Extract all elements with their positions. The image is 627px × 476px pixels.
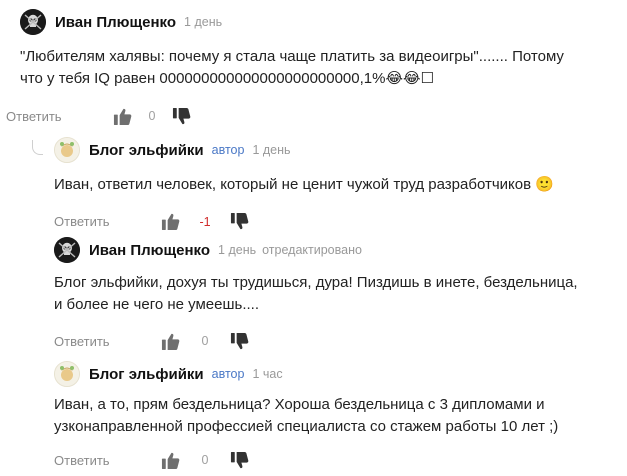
dislike-icon[interactable] [230, 451, 249, 470]
skull-avatar-icon [54, 237, 80, 263]
author-badge: автор [211, 367, 245, 381]
edited-label: отредактировано [262, 243, 362, 257]
comment-actions: Ответить -1 [54, 210, 624, 234]
avatar[interactable] [54, 361, 80, 387]
elf-avatar-icon [55, 362, 79, 386]
comment-actions: Ответить 0 [6, 104, 620, 128]
elf-avatar-icon [55, 138, 79, 162]
reply-button[interactable]: Ответить [6, 109, 113, 124]
reply-button[interactable]: Ответить [54, 453, 161, 468]
timestamp: 1 день [218, 243, 257, 257]
score: 0 [201, 453, 209, 467]
comment-text-line: Иван, а то, прям бездельница? Хороша без… [54, 396, 545, 413]
score: 0 [201, 334, 209, 348]
thread-connector [32, 140, 43, 155]
comment-text-line: Иван, ответил человек, который не ценит … [54, 176, 554, 193]
comment-4: Блог эльфийки автор 1 час Иван, а то, пр… [54, 360, 624, 472]
author-name[interactable]: Иван Плющенко [55, 14, 176, 31]
dislike-icon[interactable] [230, 212, 249, 231]
dislike-icon[interactable] [230, 332, 249, 351]
avatar[interactable] [54, 237, 80, 263]
like-icon[interactable] [161, 212, 180, 231]
comment-2: Блог эльфийки автор 1 день Иван, ответил… [54, 136, 624, 234]
comment-text-line: что у тебя IQ равен 00000000000000000000… [20, 69, 434, 87]
avatar[interactable] [20, 9, 46, 35]
author-name[interactable]: Блог эльфийки [89, 142, 204, 159]
comment-text-line: Блог эльфийки, дохуя ты трудишься, дура!… [54, 274, 578, 291]
comment-header: Иван Плющенко 1 день [20, 8, 620, 36]
comment-text-line: "Любителям халявы: почему я стала чаще п… [20, 48, 564, 65]
like-icon[interactable] [161, 451, 180, 470]
comment-text: Блог эльфийки, дохуя ты трудишься, дура!… [54, 272, 624, 315]
reply-button[interactable]: Ответить [54, 214, 161, 229]
score: 0 [148, 109, 156, 123]
like-icon[interactable] [161, 332, 180, 351]
comment-header: Блог эльфийки автор 1 день [54, 136, 624, 164]
comment-3: Иван Плющенко 1 день отредактировано Бло… [54, 236, 624, 353]
comment-actions: Ответить 0 [54, 329, 624, 353]
dislike-icon[interactable] [172, 107, 191, 126]
reply-button[interactable]: Ответить [54, 334, 161, 349]
comment-actions: Ответить 0 [54, 448, 624, 472]
timestamp: 1 день [184, 15, 223, 29]
comment-text: "Любителям халявы: почему я стала чаще п… [20, 46, 620, 89]
author-badge: автор [211, 143, 245, 157]
comment-header: Иван Плющенко 1 день отредактировано [54, 236, 624, 264]
score: -1 [199, 214, 211, 229]
comment-text: Иван, а то, прям бездельница? Хороша без… [54, 394, 624, 437]
avatar[interactable] [54, 137, 80, 163]
comment-text-line: узконаправленной профессией специалиста … [54, 417, 559, 435]
skull-avatar-icon [20, 9, 46, 35]
comment-text: Иван, ответил человек, который не ценит … [54, 174, 624, 196]
author-name[interactable]: Иван Плющенко [89, 242, 210, 259]
author-name[interactable]: Блог эльфийки [89, 366, 204, 383]
timestamp: 1 час [252, 367, 283, 381]
comment-header: Блог эльфийки автор 1 час [54, 360, 624, 388]
timestamp: 1 день [252, 143, 291, 157]
comment-1: Иван Плющенко 1 день "Любителям халявы: … [6, 8, 620, 128]
like-icon[interactable] [113, 107, 132, 126]
comment-text-line: и более не чего не умеешь.... [54, 295, 259, 313]
